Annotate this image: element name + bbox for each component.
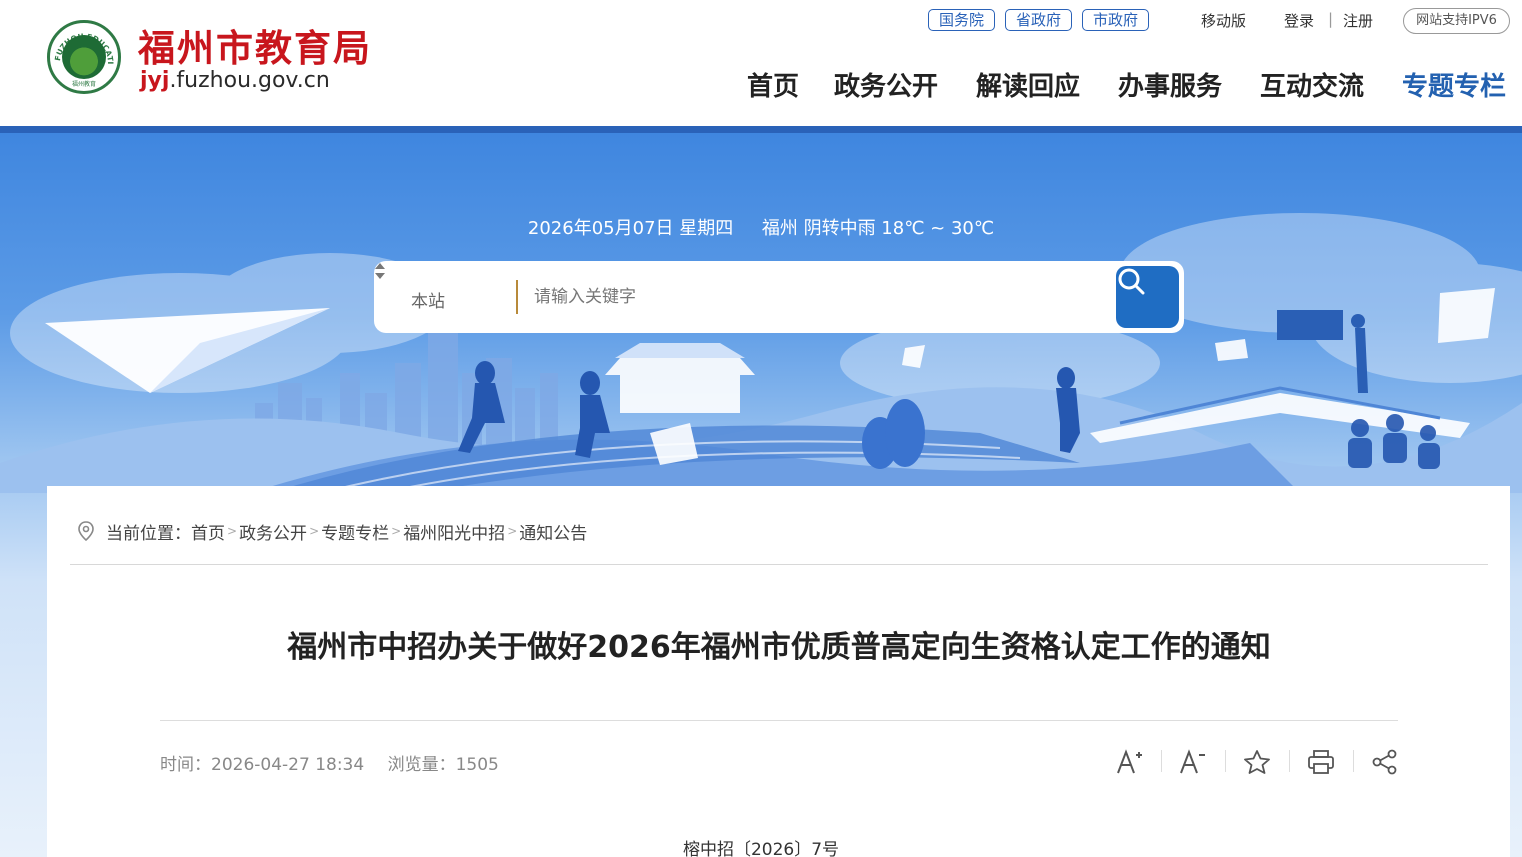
site-url: jyj.fuzhou.gov.cn	[140, 68, 330, 93]
publish-time: 时间：2026-04-27 18:34	[160, 755, 364, 775]
header-divider-bar	[0, 126, 1522, 133]
logo-plant-icon	[62, 35, 106, 79]
location-pin-icon	[78, 521, 94, 542]
nav-government-affairs[interactable]: 政务公开	[834, 66, 938, 103]
publish-time-value: 2026-04-27 18:34	[211, 755, 365, 775]
star-icon[interactable]	[1237, 744, 1277, 780]
view-count-value: 1505	[455, 755, 499, 775]
search-input[interactable]	[534, 279, 1094, 315]
weather: 福州 阴转中雨 18℃ ~ 30℃	[761, 218, 995, 239]
title-divider-line	[160, 720, 1398, 721]
breadcrumb-divider: >	[507, 524, 518, 538]
breadcrumb-sunshine-exam[interactable]: 福州阳光中招	[403, 519, 505, 544]
current-date: 2026年05月07日 星期四	[527, 218, 734, 239]
nav-special-topics[interactable]: 专题专栏	[1402, 66, 1506, 103]
nav-home[interactable]: 首页	[747, 66, 799, 103]
login-link[interactable]: 登录	[1284, 10, 1314, 31]
search-box: 本站	[374, 261, 1184, 333]
date-weather: 2026年05月07日 星期四 福州 阴转中雨 18℃ ~ 30℃	[0, 214, 1522, 240]
font-increase-icon[interactable]	[1110, 744, 1150, 780]
publish-time-label: 时间：	[160, 755, 211, 775]
search-scope-select[interactable]: 本站	[411, 287, 445, 312]
gov-link-state-council[interactable]: 国务院	[928, 9, 996, 31]
share-icon[interactable]	[1365, 744, 1405, 780]
breadcrumb-divider: >	[309, 524, 320, 538]
site-url-highlight: jyj	[140, 68, 170, 93]
gov-link-province[interactable]: 省政府	[1005, 9, 1073, 31]
toolbar-separator	[1161, 750, 1162, 772]
register-link[interactable]: 注册	[1343, 10, 1373, 31]
site-url-rest: .fuzhou.gov.cn	[169, 68, 330, 93]
site-title[interactable]: 福州市教育局	[138, 18, 372, 72]
breadcrumb-divider: >	[227, 524, 238, 538]
mobile-version-link[interactable]: 移动版	[1201, 10, 1246, 31]
updown-arrows-icon[interactable]	[374, 261, 386, 281]
toolbar-separator	[1225, 750, 1226, 772]
search-button[interactable]	[1116, 266, 1179, 328]
gov-link-city[interactable]: 市政府	[1082, 9, 1150, 31]
ipv6-badge: 网站支持IPV6	[1403, 8, 1510, 34]
logo-bottom-text: 福州教育	[72, 80, 96, 88]
login-separator: |	[1328, 10, 1334, 28]
nav-interpretation[interactable]: 解读回应	[976, 66, 1080, 103]
breadcrumb-government-affairs[interactable]: 政务公开	[239, 519, 307, 544]
gov-links: 国务院 省政府 市政府	[928, 9, 1159, 31]
view-count-label: 浏览量：	[387, 755, 456, 775]
print-icon[interactable]	[1301, 744, 1341, 780]
view-count: 浏览量：1505	[388, 755, 499, 775]
toolbar-separator	[1353, 750, 1354, 772]
search-divider	[516, 280, 518, 314]
breadcrumb-special-topics[interactable]: 专题专栏	[321, 519, 389, 544]
article-meta: 时间：2026-04-27 18:34 浏览量：1505	[160, 750, 517, 775]
document-number: 榕中招〔2026〕7号	[682, 840, 840, 857]
article-title: 福州市中招办关于做好2026年福州市优质普高定向生资格认定工作的通知	[287, 630, 1271, 665]
breadcrumb-divider-line	[70, 564, 1488, 565]
font-decrease-icon[interactable]	[1173, 744, 1213, 780]
breadcrumb-divider: >	[391, 524, 402, 538]
logo-emblem-icon[interactable]: FUZHOU EDUCATION 福州教育	[47, 20, 121, 94]
site-header: FUZHOU EDUCATION 福州教育 福州市教育局 jyj.fuzhou.…	[0, 0, 1522, 126]
breadcrumb-notices[interactable]: 通知公告	[519, 519, 587, 544]
search-icon	[1118, 268, 1145, 295]
nav-services[interactable]: 办事服务	[1118, 66, 1222, 103]
breadcrumb-label: 当前位置：	[106, 523, 191, 544]
nav-interaction[interactable]: 互动交流	[1260, 66, 1364, 103]
breadcrumb-home[interactable]: 首页	[191, 519, 225, 544]
toolbar-separator	[1289, 750, 1290, 772]
breadcrumb: 当前位置： 首页 > 政务公开 > 专题专栏 > 福州阳光中招 > 通知公告	[76, 519, 587, 544]
